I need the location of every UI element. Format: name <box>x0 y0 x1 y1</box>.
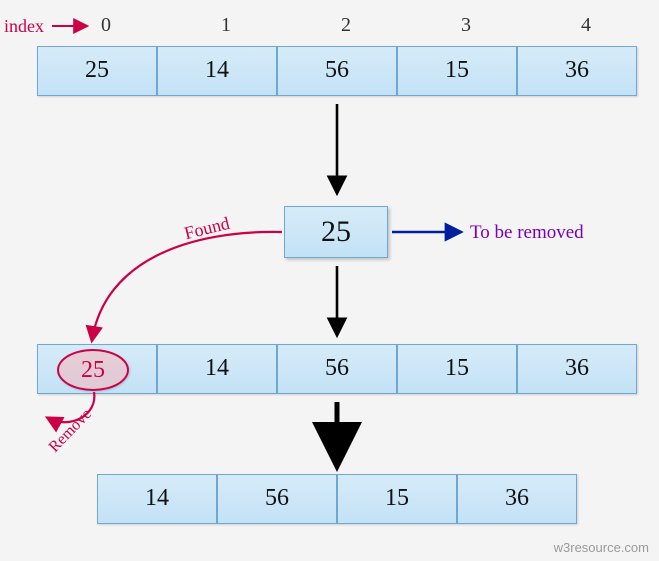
found-label: Found <box>182 213 232 245</box>
target-value-box: 25 <box>284 206 388 258</box>
orig-cell-2: 56 <box>277 46 397 96</box>
index-3: 3 <box>456 14 476 37</box>
orig-cell-1: 14 <box>157 46 277 96</box>
orig-cell-4: 36 <box>517 46 637 96</box>
found-val-2: 56 <box>278 345 396 382</box>
found-val-4: 36 <box>518 345 636 382</box>
result-val-2: 15 <box>338 475 456 512</box>
to-be-removed-label: To be removed <box>470 222 584 244</box>
index-1: 1 <box>216 14 236 37</box>
index-4: 4 <box>576 14 596 37</box>
orig-cell-0: 25 <box>37 46 157 96</box>
orig-cell-3: 15 <box>397 46 517 96</box>
target-val: 25 <box>285 207 387 249</box>
found-val-0: 25 <box>59 351 127 384</box>
orig-val-4: 36 <box>518 47 636 84</box>
arrow-found-curve <box>92 232 282 340</box>
result-cell-3: 36 <box>457 474 577 524</box>
index-label: index <box>4 16 44 37</box>
diagram-stage: index 0 1 2 3 4 25 14 56 15 36 25 To be … <box>0 0 659 561</box>
found-val-1: 14 <box>158 345 276 382</box>
orig-val-3: 15 <box>398 47 516 84</box>
orig-val-2: 56 <box>278 47 396 84</box>
orig-val-1: 14 <box>158 47 276 84</box>
found-highlight-ellipse: 25 <box>57 349 129 391</box>
found-val-3: 15 <box>398 345 516 382</box>
found-cell-2: 56 <box>277 344 397 394</box>
orig-val-0: 25 <box>38 47 156 84</box>
result-cell-1: 56 <box>217 474 337 524</box>
remove-label: Remove <box>46 406 96 457</box>
watermark: w3resource.com <box>554 540 649 555</box>
found-cell-4: 36 <box>517 344 637 394</box>
result-val-3: 36 <box>458 475 576 512</box>
result-cell-0: 14 <box>97 474 217 524</box>
index-2: 2 <box>336 14 356 37</box>
result-cell-2: 15 <box>337 474 457 524</box>
found-cell-3: 15 <box>397 344 517 394</box>
result-val-0: 14 <box>98 475 216 512</box>
index-0: 0 <box>96 14 116 37</box>
result-val-1: 56 <box>218 475 336 512</box>
found-cell-1: 14 <box>157 344 277 394</box>
